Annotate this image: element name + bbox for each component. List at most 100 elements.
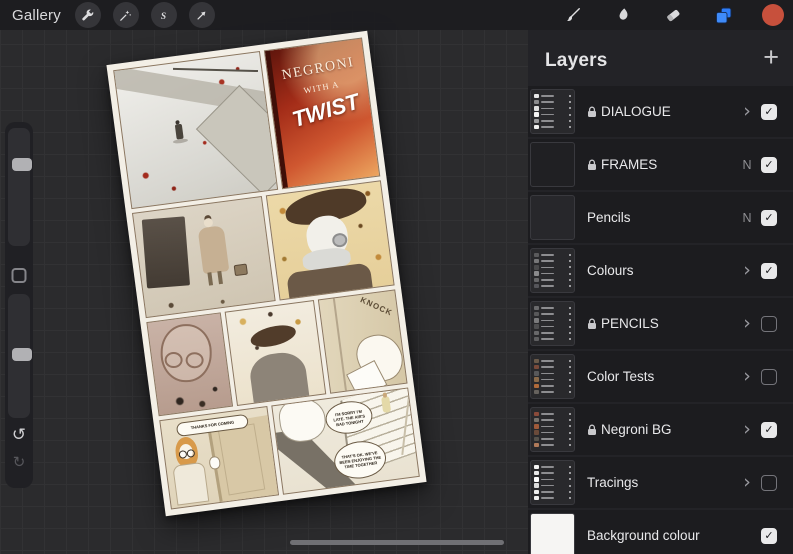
greeter-body <box>172 461 210 506</box>
layer-row[interactable]: PENCILS › ✓ <box>528 298 793 349</box>
blend-mode-badge[interactable]: N <box>735 158 759 172</box>
suitcase <box>233 264 248 277</box>
layer-thumbnail[interactable] <box>530 354 575 399</box>
layers-panel-title: Layers <box>545 50 608 71</box>
undo-button[interactable]: ↺ <box>5 425 33 445</box>
mini-layer-row <box>534 336 571 342</box>
mini-layer-row <box>534 358 571 364</box>
layer-thumbnail[interactable] <box>530 460 575 505</box>
walking-figure <box>174 123 184 140</box>
mini-layer-row <box>534 417 571 423</box>
mini-layer-row <box>534 495 571 501</box>
face-detail <box>185 351 204 368</box>
comic-page: NEGRONI WITH A TWIST KNOCK THANKS FOR CO… <box>113 37 420 510</box>
brush-opacity-handle[interactable] <box>12 348 32 361</box>
mini-layer-row <box>534 436 571 442</box>
expand-chevron-icon[interactable]: › <box>735 420 759 439</box>
layer-thumbnail[interactable] <box>530 301 575 346</box>
transform-arrow-icon <box>194 8 209 23</box>
layer-thumbnail[interactable] <box>530 195 575 240</box>
layer-row[interactable]: Background colour › ✓ <box>528 510 793 554</box>
expand-chevron-icon[interactable]: › <box>735 367 759 386</box>
redo-button[interactable]: ↻ <box>5 453 33 471</box>
layers-panel-button[interactable] <box>711 3 735 27</box>
expand-chevron-icon[interactable]: › <box>735 261 759 280</box>
eraser-icon <box>663 5 683 25</box>
visibility-checkbox[interactable]: ✓ <box>761 156 777 173</box>
gallery-button[interactable]: Gallery <box>12 7 61 24</box>
layer-name: Negroni BG <box>601 422 672 437</box>
visibility-checkbox[interactable]: ✓ <box>761 368 777 385</box>
expand-chevron-icon[interactable]: › <box>735 314 759 333</box>
layer-row[interactable]: Colours › ✓ <box>528 245 793 296</box>
brush-opacity-slider[interactable] <box>8 294 32 418</box>
visibility-checkbox[interactable]: ✓ <box>761 262 777 279</box>
mini-layer-row <box>534 442 571 448</box>
layer-thumbnail[interactable] <box>530 142 575 187</box>
layer-row[interactable]: Tracings › ✓ <box>528 457 793 508</box>
layer-row[interactable]: Negroni BG › ✓ <box>528 404 793 455</box>
comic-panel-figure-back <box>224 300 327 406</box>
visibility-checkbox[interactable]: ✓ <box>761 421 777 438</box>
lock-icon <box>588 159 596 170</box>
layer-thumbnail[interactable] <box>530 407 575 452</box>
mini-layer-row <box>534 277 571 283</box>
brush-size-slider[interactable] <box>8 128 32 246</box>
transform-button[interactable] <box>188 2 215 28</box>
top-toolbar: Gallery S <box>0 0 793 30</box>
layer-row[interactable]: DIALOGUE › ✓ <box>528 86 793 137</box>
layer-thumbnail[interactable] <box>530 513 575 554</box>
visibility-checkbox[interactable]: ✓ <box>761 209 777 226</box>
brush-size-handle[interactable] <box>12 158 32 171</box>
check-icon: ✓ <box>764 264 774 277</box>
blend-mode-badge[interactable]: N <box>735 211 759 225</box>
mini-layer-row <box>534 489 571 495</box>
layer-row[interactable]: Color Tests › ✓ <box>528 351 793 402</box>
lock-icon <box>588 106 596 117</box>
mini-layer-row <box>534 330 571 336</box>
selection-button[interactable]: S <box>150 2 177 28</box>
layer-row[interactable]: Pencils N › ✓ <box>528 192 793 243</box>
mini-layer-row <box>534 318 571 323</box>
layer-name: FRAMES <box>601 157 658 172</box>
procreate-app-window: Gallery S ↺ ↻ NEGRONI WITH A TWIST KNOCK… <box>0 0 793 554</box>
home-indicator-bar[interactable] <box>290 540 504 545</box>
layer-thumbnail[interactable] <box>530 248 575 293</box>
comic-title: NEGRONI WITH A TWIST <box>274 53 371 132</box>
comic-panel-greeting: THANKS FOR COMING <box>159 406 279 510</box>
expand-chevron-icon[interactable]: › <box>735 102 759 121</box>
add-layer-button[interactable]: + <box>763 44 779 71</box>
layers-panel-header: Layers + <box>528 30 793 86</box>
lock-icon <box>588 318 596 329</box>
brush-tool-button[interactable] <box>561 3 585 27</box>
layer-name: Tracings <box>587 475 639 490</box>
canvas-artwork[interactable]: NEGRONI WITH A TWIST KNOCK THANKS FOR CO… <box>106 30 427 517</box>
color-swatch-button[interactable] <box>761 3 785 27</box>
mini-layer-row <box>534 311 571 317</box>
selection-s-icon: S <box>156 8 171 23</box>
layer-name: DIALOGUE <box>601 104 671 119</box>
visibility-checkbox[interactable]: ✓ <box>761 527 777 544</box>
redo-icon: ↻ <box>12 453 26 471</box>
layer-name: Background colour <box>587 528 700 543</box>
mini-layer-row <box>534 464 571 470</box>
mini-layer-row <box>534 93 571 99</box>
mini-layer-row <box>534 252 571 258</box>
svg-text:S: S <box>161 11 166 21</box>
check-icon: ✓ <box>764 158 774 171</box>
visibility-checkbox[interactable]: ✓ <box>761 315 777 332</box>
adjustments-button[interactable] <box>112 2 139 28</box>
actions-wrench-button[interactable] <box>74 2 101 28</box>
modify-button[interactable] <box>11 268 27 283</box>
dark-door <box>142 216 191 289</box>
layer-name: Colours <box>587 263 634 278</box>
layer-row[interactable]: FRAMES N › ✓ <box>528 139 793 190</box>
eraser-tool-button[interactable] <box>661 3 685 27</box>
layer-thumbnail[interactable] <box>530 89 575 134</box>
mini-layer-row <box>534 324 571 329</box>
visibility-checkbox[interactable]: ✓ <box>761 103 777 120</box>
smudge-tool-button[interactable] <box>611 3 635 27</box>
mini-layer-row <box>534 377 571 382</box>
visibility-checkbox[interactable]: ✓ <box>761 474 777 491</box>
expand-chevron-icon[interactable]: › <box>735 473 759 492</box>
